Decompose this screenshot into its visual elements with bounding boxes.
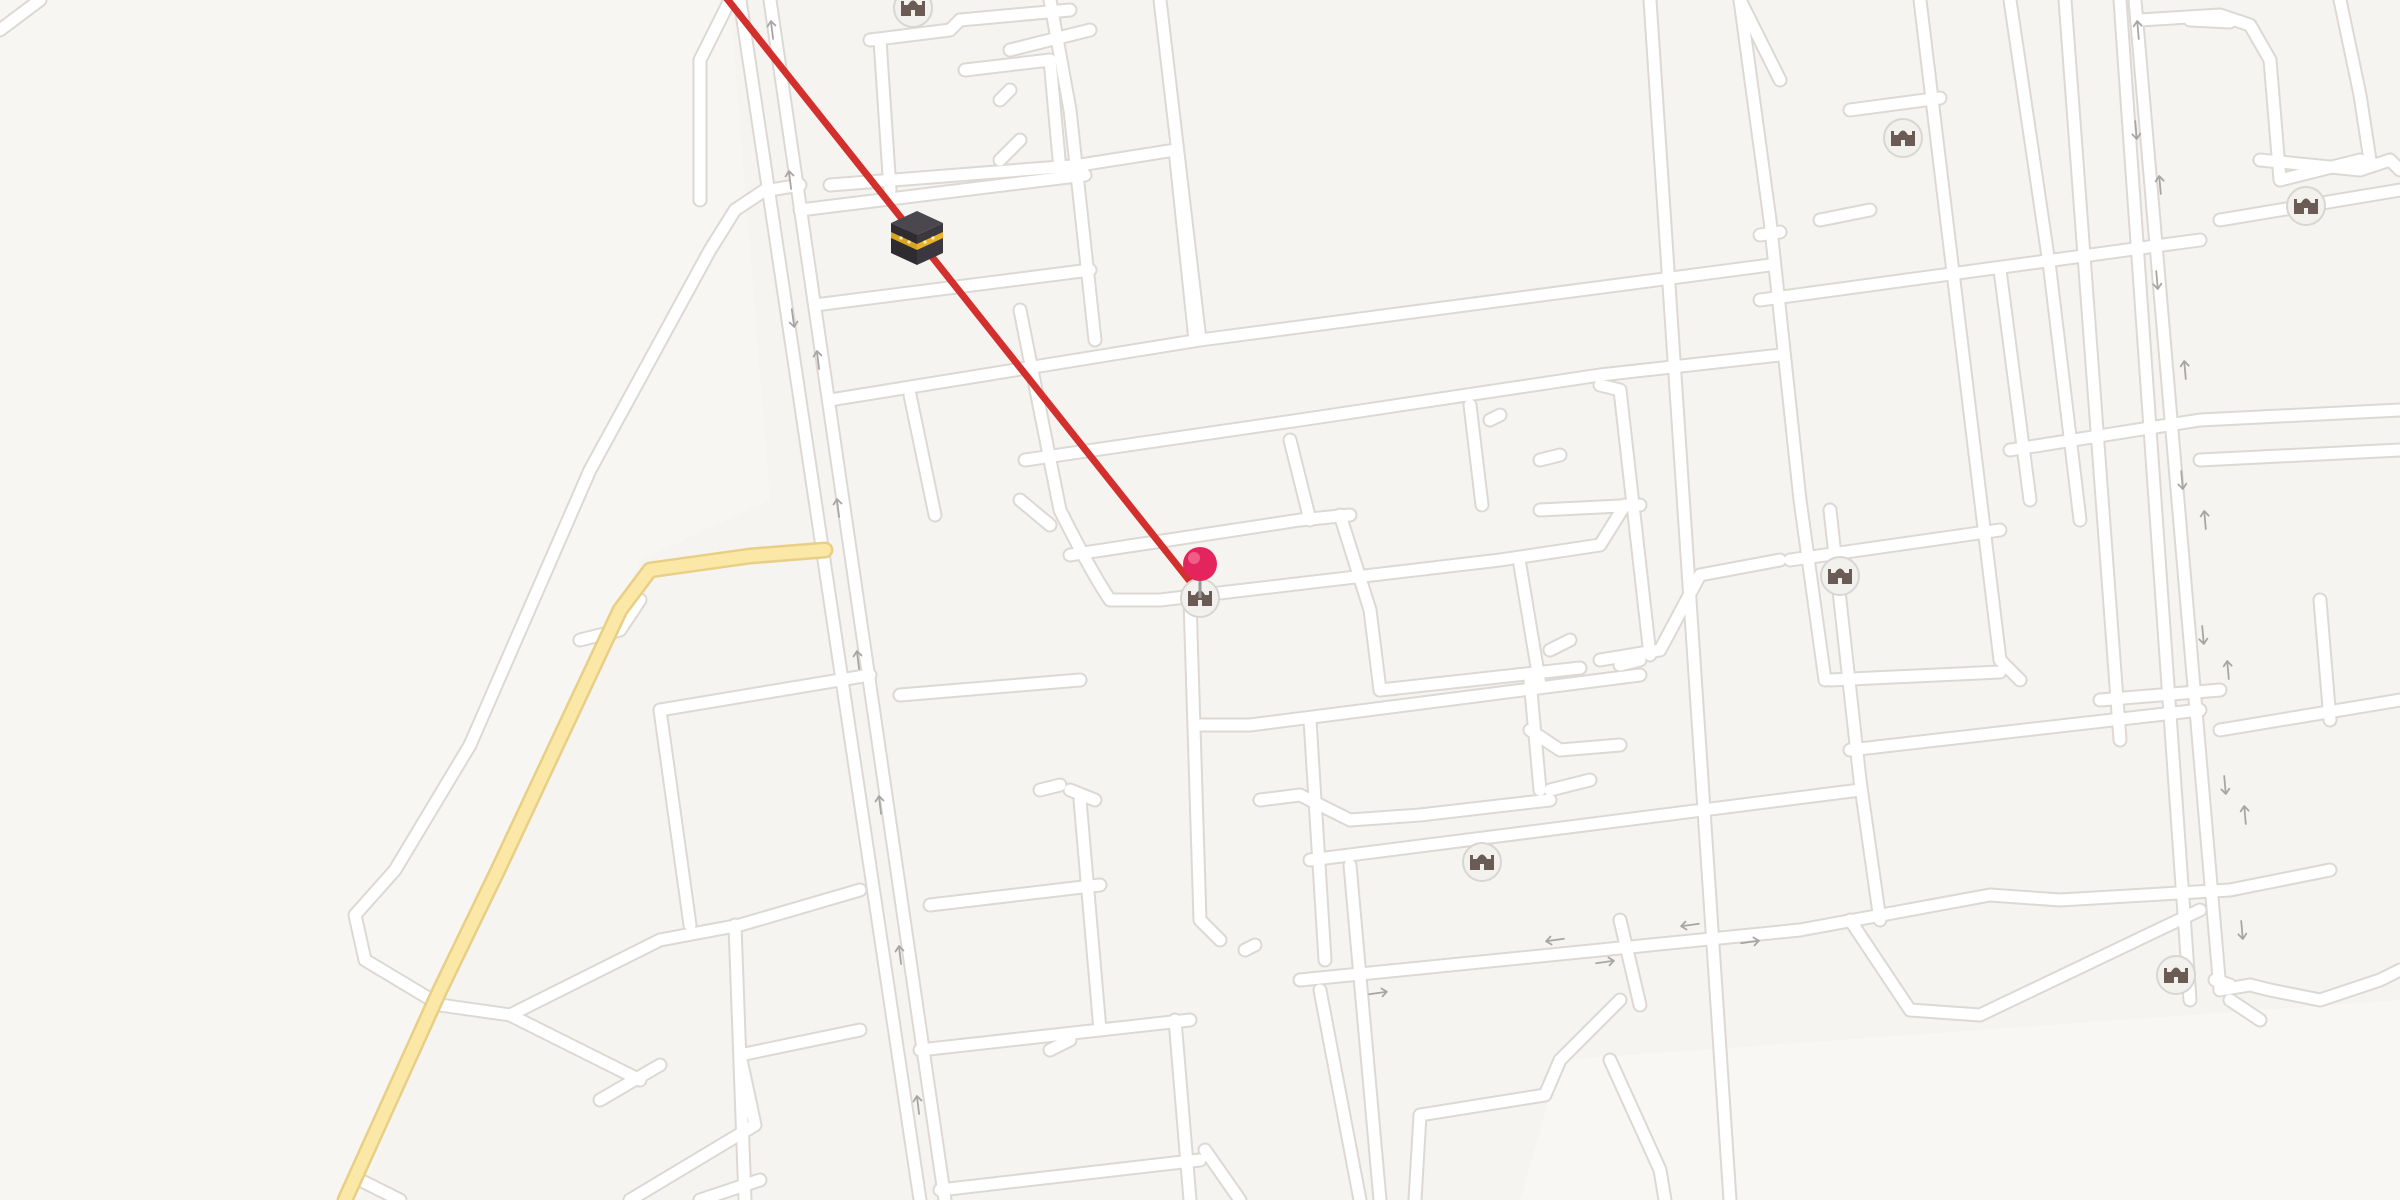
street (1994, 264, 2036, 506)
mosque-icon[interactable] (1883, 118, 1923, 158)
street (1534, 499, 1646, 516)
street (1534, 449, 1566, 466)
one-way-arrow (2199, 510, 2210, 530)
street (1199, 1144, 1246, 1200)
land-area (0, 0, 770, 1200)
street (2184, 14, 2236, 28)
street (1314, 984, 1366, 1200)
street (504, 1009, 646, 1086)
street (1064, 509, 1356, 561)
street (654, 704, 696, 931)
one-way-arrow (2179, 360, 2190, 380)
street (1169, 1014, 1196, 1200)
mosque-icon[interactable] (893, 0, 933, 28)
mosque-icon[interactable] (2286, 186, 2326, 226)
street (1304, 784, 1866, 866)
street (994, 84, 1016, 106)
street-map (0, 0, 2400, 1200)
street (1304, 714, 1331, 966)
street (1464, 399, 1488, 511)
street (2214, 694, 2400, 736)
street (2334, 0, 2376, 166)
one-way-arrow (2239, 805, 2250, 825)
street (1844, 904, 2206, 1021)
street (1239, 939, 1261, 956)
street (1019, 349, 1786, 466)
one-way-arrow (2198, 625, 2209, 645)
one-way-arrow (1595, 956, 1615, 967)
street (1644, 0, 1736, 1200)
one-way-arrow (2222, 660, 2233, 680)
map-canvas[interactable] (0, 0, 2400, 1200)
street (994, 134, 1026, 166)
street (1034, 779, 1066, 796)
street (1784, 524, 2006, 566)
street (1754, 226, 1786, 241)
street (1734, 0, 1831, 686)
one-way-arrow (1680, 920, 1700, 931)
street (2209, 974, 2236, 991)
mosque-icon[interactable] (2156, 955, 2196, 995)
one-way-arrow (1368, 987, 1388, 998)
street (1844, 704, 2206, 756)
street (1614, 654, 1646, 671)
street (904, 389, 941, 521)
mosque-icon[interactable] (1820, 556, 1860, 596)
street (894, 674, 1086, 701)
street (934, 1154, 1206, 1196)
one-way-arrow (2237, 920, 2248, 940)
mosque-poi-layer (893, 0, 2326, 995)
street (764, 179, 806, 196)
one-way-arrow (1545, 935, 1565, 946)
one-way-arrow (2220, 775, 2231, 795)
mosque-icon[interactable] (1462, 842, 1502, 882)
street (2059, 0, 2126, 746)
street (1484, 409, 1506, 426)
one-way-arrow (912, 1095, 923, 1115)
